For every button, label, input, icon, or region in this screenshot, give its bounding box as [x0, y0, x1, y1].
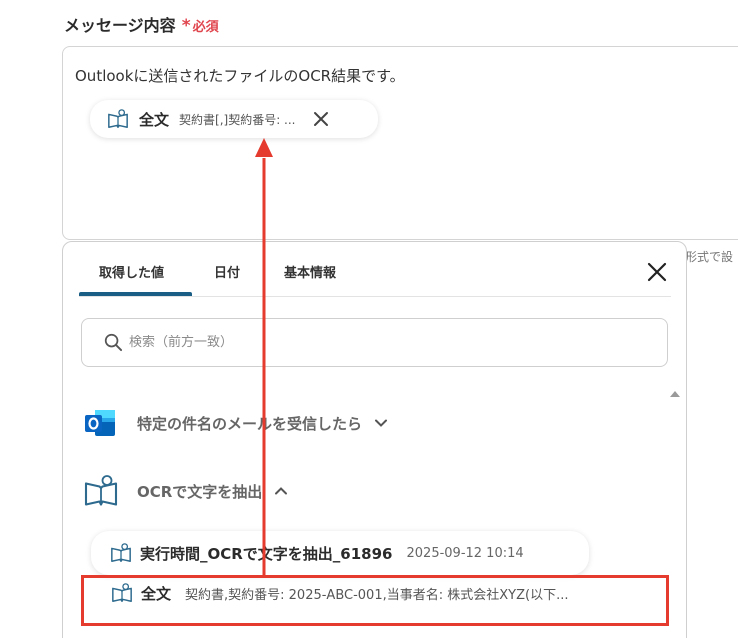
search-icon: [104, 333, 123, 352]
chevron-down-icon: [375, 419, 388, 427]
tab-bar: 取得した値 日付 基本情報: [79, 242, 671, 297]
list-item-exec-time[interactable]: 実行時間_OCRで文字を抽出_61896 2025-09-12 10:14: [91, 531, 589, 575]
message-textarea[interactable]: Outlookに送信されたファイルのOCR結果です。: [62, 46, 738, 240]
chip-value: 契約書[,]契約番号: ...: [179, 112, 296, 127]
tab-acquired-values[interactable]: 取得した値: [99, 262, 164, 281]
scroll-up-arrow-icon[interactable]: [670, 391, 680, 397]
outlook-icon: [85, 410, 115, 436]
section-mail-trigger[interactable]: 特定の件名のメールを受信したら: [83, 406, 388, 440]
item-value: 2025-09-12 10:14: [406, 545, 524, 561]
chip-title: 全文: [139, 110, 170, 129]
page: メッセージ内容 * 必須 Outlookに送信されたファイルのOCR結果です。 全文…: [0, 0, 738, 638]
tab-date[interactable]: 日付: [214, 262, 240, 281]
side-hint-text: 形式で設: [685, 250, 734, 264]
item-title: 実行時間_OCRで文字を抽出_61896: [140, 544, 393, 563]
active-tab-indicator: [79, 292, 192, 296]
inserted-variable-chip[interactable]: 全文 契約書[,]契約番号: ...: [90, 100, 378, 138]
search-input[interactable]: [129, 335, 609, 350]
section-label-ocr: OCRで文字を抽出: [137, 482, 263, 501]
section-label-mail: 特定の件名のメールを受信したら: [137, 414, 363, 433]
required-star: *: [181, 16, 191, 36]
close-icon[interactable]: [647, 262, 667, 282]
required-badge: 必須: [192, 20, 219, 35]
book-icon: [108, 109, 128, 128]
annotation-highlight-box: [81, 575, 669, 626]
remove-chip-icon[interactable]: [312, 110, 330, 128]
message-text: Outlookに送信されたファイルのOCR結果です。: [75, 67, 405, 85]
chevron-up-icon: [275, 487, 288, 495]
book-icon: [111, 543, 131, 562]
section-ocr[interactable]: OCRで文字を抽出: [83, 473, 288, 509]
tab-basic-info[interactable]: 基本情報: [284, 262, 336, 281]
field-label-text: メッセージ内容: [64, 16, 176, 35]
book-icon: [84, 475, 118, 506]
field-label: メッセージ内容 * 必須: [64, 12, 219, 36]
search-box[interactable]: [81, 318, 668, 367]
